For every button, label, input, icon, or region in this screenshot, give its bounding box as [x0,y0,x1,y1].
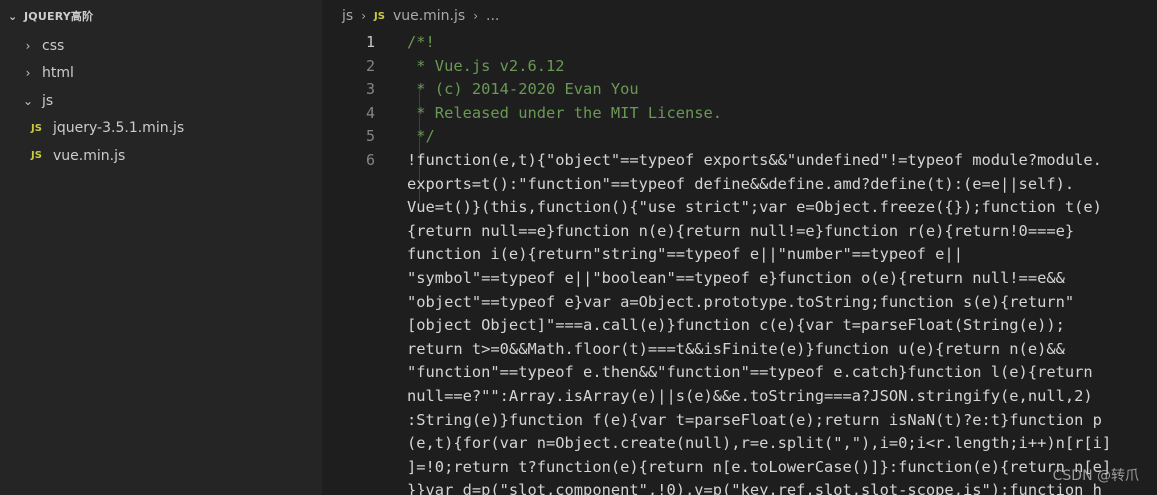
line-number: 3 [365,80,375,99]
explorer-sidebar: ⌄ JQUERY高阶 › css › html ⌄ js JS jquery-3… [0,0,322,495]
code-line: "object"==typeof e}var a=Object.prototyp… [407,292,1075,311]
line-number: 1 [365,33,375,51]
code-line: {return null==e}function n(e){return nul… [407,221,1075,240]
breadcrumb-folder[interactable]: js [342,8,353,24]
breadcrumb: js › JS vue.min.js › ... [322,0,1157,32]
breadcrumb-more[interactable]: ... [486,8,499,24]
code-area[interactable]: 1 2 3 4 5 6 /*! * Vue.js v2.6.12 * (c) 2… [322,32,1157,495]
chevron-right-icon: › [25,38,31,53]
tree-item-label: js [42,92,54,109]
code-line: /*! [407,33,435,51]
line-number: 4 [365,103,375,122]
breadcrumb-file[interactable]: vue.min.js [393,8,465,24]
code-line: "function"==typeof e.then&&"function"==t… [407,363,1093,382]
code-line: !function(e,t){"object"==typeof exports&… [407,151,1102,169]
csdn-watermark: CSDN @转爪 [1052,468,1139,484]
code-line: exports=t():"function"==typeof define&&d… [407,174,1075,193]
code-line: [object Object]"===a.call(e)}function c(… [407,316,1065,335]
editor-pane: js › JS vue.min.js › ... 1 2 3 4 5 6 /*!… [322,0,1157,495]
js-file-icon: JS [374,10,385,22]
line-number: 6 [365,151,375,169]
code-line: }}var d=p("slot,component",!0),v=p("key,… [407,481,1102,495]
tree-item-label: html [42,65,74,82]
line-number: 5 [365,127,375,146]
code-line: * Vue.js v2.6.12 [407,56,565,75]
chevron-down-icon: ⌄ [22,93,34,108]
code-line: "symbol"==typeof e||"boolean"==typeof e}… [407,269,1065,287]
tree-item-js[interactable]: ⌄ js [0,87,322,115]
code-line: :String(e)}function f(e){var t=parseFloa… [407,410,1102,429]
code-line: Vue=t()}(this,function(){"use strict";va… [407,198,1102,217]
tree-item-css[interactable]: › css [0,32,322,60]
code-line: return t>=0&&Math.floor(t)===t&&isFinite… [407,339,1065,358]
chevron-right-icon: › [473,9,479,23]
tree-item-vue-file[interactable]: JS vue.min.js [0,142,322,170]
tree-item-label: css [42,37,65,54]
chevron-right-icon: › [361,9,366,23]
chevron-right-icon: › [25,66,31,81]
js-file-icon: JS [31,150,42,162]
tree-item-label: jquery-3.5.1.min.js [53,120,185,137]
line-number: 2 [365,56,375,75]
code-line: ]=!0;return t?function(e){return n[e.toL… [407,457,1112,476]
folder-title: JQUERY高阶 [24,10,94,23]
explorer-folder-header[interactable]: ⌄ JQUERY高阶 [0,0,322,32]
code-line: * (c) 2014-2020 Evan You [407,80,639,99]
code-line: */ [407,127,435,146]
chevron-down-icon: ⌄ [8,9,18,23]
tree-item-html[interactable]: › html [0,60,322,88]
code-line: (e,t){for(var n=Object.create(null),r=e.… [407,434,1112,453]
tree-item-jquery-file[interactable]: JS jquery-3.5.1.min.js [0,115,322,143]
code-line: null==e?"":Array.isArray(e)||s(e)&&e.toS… [407,387,1093,405]
code-line: function i(e){return"string"==typeof e||… [407,245,963,264]
js-file-icon: JS [31,122,42,134]
code-line: * Released under the MIT License. [407,103,723,122]
tree-item-label: vue.min.js [53,147,126,164]
